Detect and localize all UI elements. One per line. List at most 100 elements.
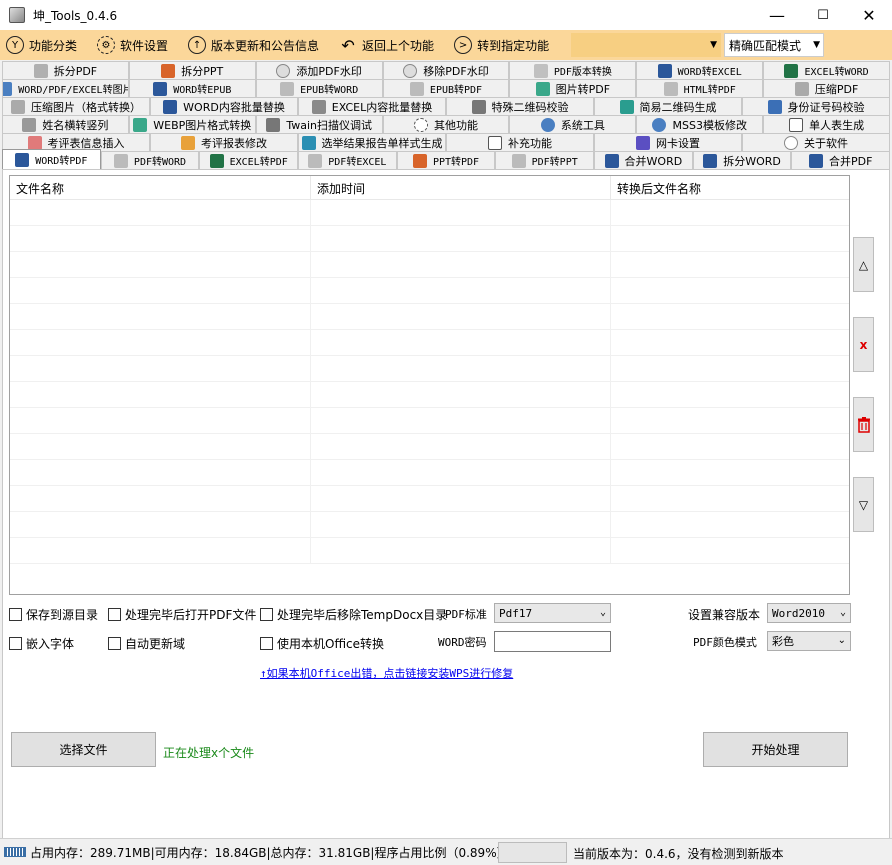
column-header-filename[interactable]: 文件名称 (10, 176, 311, 199)
tab-doc-to-image[interactable]: WORD/PDF/EXCEL转图片 (2, 79, 129, 97)
tab-excel-to-pdf[interactable]: EXCEL转PDF (199, 151, 299, 169)
use-local-office-option[interactable]: 使用本机Office转换 (260, 635, 384, 652)
back-button[interactable]: ↶ 返回上个功能 (333, 31, 440, 59)
column-header-added-time[interactable]: 添加时间 (311, 176, 611, 199)
goto-function-button[interactable]: > 转到指定功能 (448, 31, 555, 59)
tab-nic-settings[interactable]: 网卡设置 (594, 133, 742, 151)
tab-epub-to-pdf[interactable]: EPUB转PDF (382, 79, 510, 97)
tab-ppt-to-pdf[interactable]: PPT转PDF (396, 151, 496, 169)
tab-row-1: 拆分PDF 拆分PPT 添加PDF水印 移除PDF水印 PDF版本转换 WORD… (2, 61, 891, 79)
use-local-office-checkbox[interactable] (260, 637, 273, 650)
tab-html-to-pdf[interactable]: HTML转PDF (636, 79, 764, 97)
tab-mss3-template[interactable]: MSS3模板修改 (636, 115, 764, 133)
watermark-icon (276, 63, 291, 78)
image-icon (2, 81, 13, 96)
tab-system-tools[interactable]: 系统工具 (509, 115, 637, 133)
pdf-standard-select[interactable]: Pdf17 ⌄ (494, 603, 611, 623)
tab-image-to-pdf[interactable]: 图片转PDF (509, 79, 637, 97)
tab-add-pdf-watermark[interactable]: 添加PDF水印 (255, 61, 383, 79)
tab-pdf-to-word[interactable]: PDF转WORD (100, 151, 200, 169)
chevron-right-icon: > (454, 36, 473, 54)
file-list-grid[interactable]: 文件名称 添加时间 转换后文件名称 (9, 175, 850, 595)
tab-single-table[interactable]: 单人表生成 (763, 115, 891, 133)
tab-eval-report-edit[interactable]: 考评报表修改 (150, 133, 298, 151)
tab-compress-pdf[interactable]: 压缩PDF (763, 79, 891, 97)
start-processing-button[interactable]: 开始处理 (703, 732, 848, 767)
tab-split-ppt[interactable]: 拆分PPT (128, 61, 256, 79)
tab-split-word[interactable]: 拆分WORD (692, 151, 792, 169)
close-button[interactable]: ✕ (846, 0, 892, 30)
category-button[interactable]: Y 功能分类 (0, 31, 83, 59)
settings-button[interactable]: ⚙ 软件设置 (91, 31, 174, 59)
tab-other-functions[interactable]: 其他功能 (382, 115, 510, 133)
wps-repair-link[interactable]: ↑如果本机Office出错，点击链接安装WPS进行修复 (260, 665, 513, 681)
tab-qrcode-generate[interactable]: 简易二维码生成 (594, 97, 742, 115)
open-pdf-after-option[interactable]: 处理完毕后打开PDF文件 (108, 606, 256, 623)
scanner-icon (266, 117, 281, 132)
tab-pdf-to-ppt[interactable]: PDF转PPT (495, 151, 595, 169)
more-icon (414, 117, 428, 132)
select-files-button[interactable]: 选择文件 (11, 732, 156, 767)
tab-merge-word[interactable]: 合并WORD (594, 151, 693, 169)
tab-pdf-version[interactable]: PDF版本转换 (509, 61, 637, 79)
match-mode-select[interactable]: 精确匹配模式 ▼ (724, 33, 824, 57)
tab-twain-scanner[interactable]: Twain扫描仪调试 (255, 115, 383, 133)
word-icon (15, 152, 30, 167)
table-row (10, 382, 849, 408)
match-mode-value: 精确匹配模式 (729, 38, 802, 53)
remove-tempdocx-checkbox[interactable] (260, 608, 273, 621)
maximize-button[interactable]: ☐ (800, 0, 846, 30)
move-up-button[interactable]: △ (853, 237, 874, 292)
embed-fonts-option[interactable]: 嵌入字体 (9, 635, 74, 652)
word-password-input[interactable] (494, 631, 611, 652)
tab-excel-batch-replace[interactable]: EXCEL内容批量替换 (298, 97, 446, 115)
save-to-source-option[interactable]: 保存到源目录 (9, 606, 98, 623)
minimize-button[interactable]: — (754, 0, 800, 30)
tab-word-to-excel[interactable]: WORD转EXCEL (636, 61, 764, 79)
chevron-down-icon: ▼ (813, 40, 820, 50)
tab-remove-pdf-watermark[interactable]: 移除PDF水印 (382, 61, 510, 79)
tab-split-pdf[interactable]: 拆分PDF (2, 61, 129, 79)
tab-about[interactable]: 关于软件 (742, 133, 890, 151)
form-icon (27, 135, 42, 150)
tab-word-to-pdf[interactable]: WORD转PDF (2, 149, 101, 169)
tab-qrcode-verify[interactable]: 特殊二维码校验 (446, 97, 594, 115)
open-pdf-after-checkbox[interactable] (108, 608, 121, 621)
image-icon (133, 117, 148, 132)
update-notice-button[interactable]: ↑ 版本更新和公告信息 (182, 31, 325, 59)
tab-supplement[interactable]: 补充功能 (446, 133, 594, 151)
move-down-button[interactable]: ▽ (853, 477, 874, 532)
remove-item-button[interactable]: x (853, 317, 874, 372)
remove-tempdocx-option[interactable]: 处理完毕后移除TempDocx目录 (260, 606, 447, 623)
tab-word-to-epub[interactable]: WORD转EPUB (128, 79, 256, 97)
tab-name-vertical[interactable]: 姓名横转竖列 (2, 115, 129, 133)
tab-id-verify[interactable]: 身份证号码校验 (742, 97, 890, 115)
word-icon (703, 153, 718, 168)
auto-update-fields-label: 自动更新域 (125, 637, 186, 651)
ppt-icon (161, 63, 176, 78)
tab-word-batch-replace[interactable]: WORD内容批量替换 (150, 97, 298, 115)
clear-list-button[interactable] (853, 397, 874, 452)
tab-election-report[interactable]: 选举结果报告单样式生成 (298, 133, 446, 151)
tab-pdf-to-excel[interactable]: PDF转EXCEL (298, 151, 397, 169)
pdf-color-mode-select[interactable]: 彩色 ⌄ (767, 631, 851, 651)
word-icon (163, 99, 178, 114)
auto-update-fields-option[interactable]: 自动更新域 (108, 635, 185, 652)
ppt-icon (412, 153, 427, 168)
function-search-combo[interactable]: ▼ (571, 33, 721, 57)
embed-fonts-checkbox[interactable] (9, 637, 22, 650)
compat-version-select[interactable]: Word2010 ⌄ (767, 603, 851, 623)
tab-epub-to-word[interactable]: EPUB转WORD (255, 79, 383, 97)
tab-merge-pdf[interactable]: 合并PDF (791, 151, 891, 169)
tab-excel-to-word[interactable]: EXCEL转WORD (763, 61, 891, 79)
qrcode-icon (471, 99, 486, 114)
column-header-output-name[interactable]: 转换后文件名称 (611, 176, 849, 199)
auto-update-fields-checkbox[interactable] (108, 637, 121, 650)
table-row (10, 200, 849, 226)
watermark-icon (403, 63, 418, 78)
report-icon (181, 135, 195, 150)
save-to-source-checkbox[interactable] (9, 608, 22, 621)
tab-compress-image[interactable]: 压缩图片（格式转换） (2, 97, 150, 115)
tab-webp-convert[interactable]: WEBP图片格式转换 (128, 115, 256, 133)
embed-fonts-label: 嵌入字体 (26, 637, 75, 651)
